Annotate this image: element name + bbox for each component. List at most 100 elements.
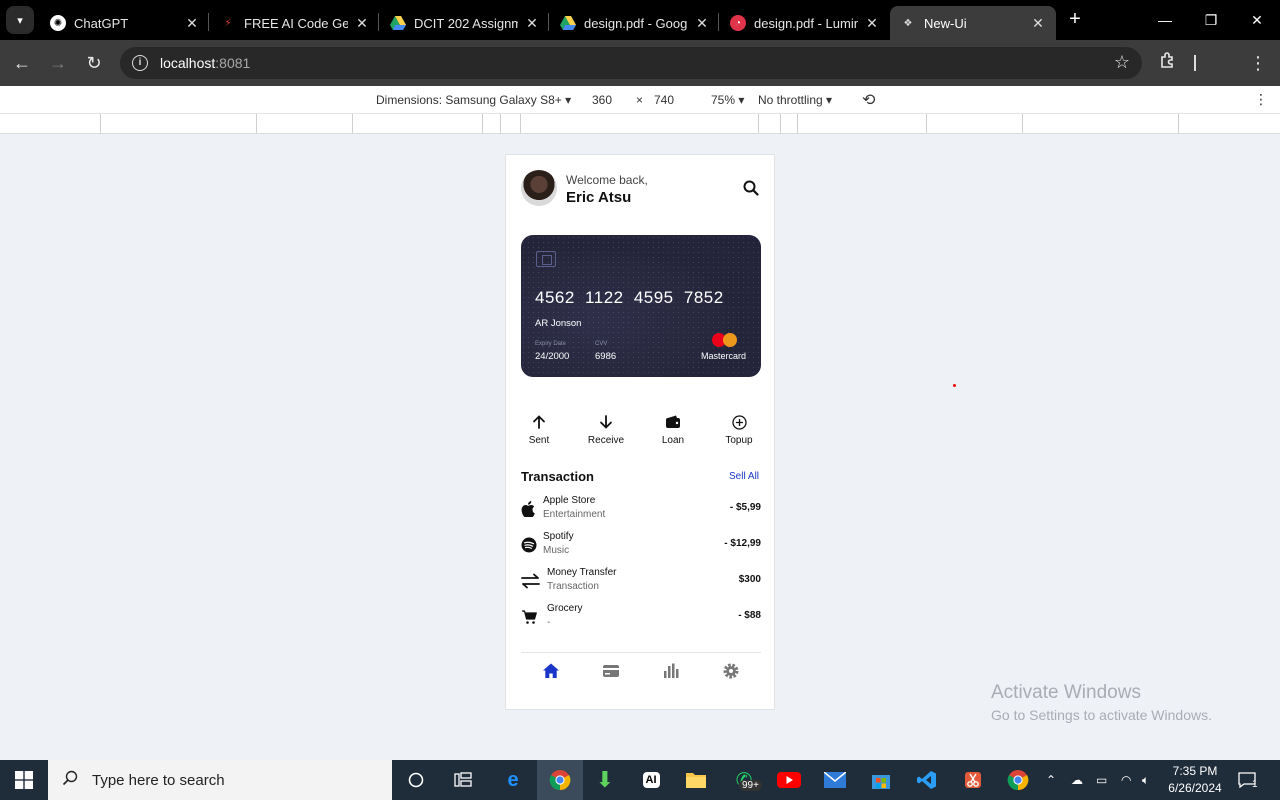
- new-tab-button[interactable]: +: [1064, 8, 1086, 30]
- volume-icon[interactable]: 🔈︎: [1142, 760, 1149, 800]
- height-field[interactable]: 740: [654, 93, 674, 107]
- activate-windows-subtitle: Go to Settings to activate Windows.: [991, 707, 1212, 723]
- close-icon[interactable]: ✕: [1030, 15, 1046, 32]
- cvv-label: CVV: [595, 341, 608, 347]
- device-select[interactable]: Dimensions: Samsung Galaxy S8+ ▾: [376, 93, 571, 107]
- store-icon[interactable]: [867, 766, 895, 794]
- download-manager-icon[interactable]: ⬇: [591, 766, 619, 794]
- throttling-select[interactable]: No throttling ▾: [758, 93, 832, 107]
- tab-drive-assignment[interactable]: DCIT 202 Assignm ✕: [380, 6, 550, 40]
- ai-app-icon[interactable]: AI: [637, 766, 665, 794]
- chrome-alt-icon[interactable]: [1004, 766, 1032, 794]
- minimize-button[interactable]: —: [1142, 0, 1188, 40]
- profile-divider: [1194, 55, 1196, 71]
- width-field[interactable]: 360: [592, 93, 612, 107]
- chart-icon[interactable]: [662, 662, 680, 680]
- windows-start-icon[interactable]: [0, 760, 48, 800]
- transaction-amount: - $88: [738, 610, 761, 621]
- browser-toolbar: ← → ↻ i localhost:8081 ☆ ⋮: [0, 40, 1280, 86]
- tab-design-lumin[interactable]: ◔ design.pdf - Lumin ✕: [720, 6, 890, 40]
- zoom-select[interactable]: 75% ▾: [711, 93, 744, 107]
- card-icon[interactable]: [602, 662, 620, 680]
- address-bar[interactable]: i localhost:8081 ☆: [120, 47, 1142, 79]
- tab-new-ui[interactable]: ❖ New-Ui ✕: [890, 6, 1056, 40]
- transaction-row[interactable]: Apple Store Entertainment - $5,99: [521, 495, 761, 525]
- transaction-name: Money Transfer: [547, 567, 617, 578]
- file-explorer-icon[interactable]: [682, 766, 710, 794]
- wifi-icon[interactable]: ◠: [1121, 760, 1131, 800]
- credit-card[interactable]: 4562 1122 4595 7852 AR Jonson Expiry Dat…: [521, 235, 761, 377]
- search-placeholder: Type here to search: [92, 771, 225, 789]
- task-view-icon[interactable]: [449, 766, 477, 794]
- cortana-icon[interactable]: [402, 766, 430, 794]
- avatar[interactable]: [521, 170, 557, 206]
- media-query-ruler: [0, 114, 1280, 134]
- youtube-icon[interactable]: [775, 766, 803, 794]
- forward-button[interactable]: →: [46, 51, 70, 75]
- tab-chatgpt[interactable]: ✺ ChatGPT ✕: [40, 6, 210, 40]
- show-hidden-icons[interactable]: ⌃: [1046, 760, 1056, 800]
- action-label: Sent: [528, 435, 550, 446]
- settings-icon[interactable]: [722, 662, 740, 680]
- url-port: :8081: [215, 55, 251, 71]
- whatsapp-icon[interactable]: ✆ 99+: [730, 766, 762, 794]
- onedrive-icon[interactable]: ☁: [1071, 760, 1083, 800]
- transaction-row[interactable]: Money Transfer Transaction $300: [521, 567, 761, 597]
- home-icon[interactable]: [542, 662, 560, 680]
- close-icon[interactable]: ✕: [184, 15, 200, 32]
- bottom-nav-divider: [521, 652, 761, 653]
- whatsapp-badge: 99+: [739, 780, 762, 791]
- restore-button[interactable]: ❐: [1188, 0, 1234, 40]
- more-options-icon[interactable]: ⋮: [1254, 91, 1268, 108]
- times-sign: ×: [636, 93, 644, 107]
- back-button[interactable]: ←: [10, 51, 34, 75]
- mail-icon[interactable]: [821, 766, 849, 794]
- transaction-category: -: [547, 617, 551, 628]
- sent-button[interactable]: Sent: [514, 413, 564, 446]
- transaction-amount: - $5,99: [729, 502, 761, 513]
- snipping-tool-icon[interactable]: [959, 766, 987, 794]
- url-host: localhost: [160, 55, 216, 71]
- close-icon[interactable]: ✕: [694, 15, 710, 32]
- rotate-icon[interactable]: ⟲: [862, 90, 875, 110]
- clock-date: 6/26/2024: [1168, 781, 1222, 795]
- tab-ai-code[interactable]: ⚡ FREE AI Code Gene ✕: [210, 6, 380, 40]
- transaction-row[interactable]: Spotify Music - $12,99: [521, 531, 761, 561]
- mastercard-logo-orange: [723, 333, 737, 347]
- card-number: 4562 1122 4595 7852: [535, 288, 724, 307]
- tab-title: New-Ui: [924, 15, 967, 31]
- topup-button[interactable]: Topup: [714, 413, 764, 446]
- edge-icon[interactable]: e: [499, 766, 527, 794]
- close-icon[interactable]: ✕: [864, 15, 880, 32]
- close-icon[interactable]: ✕: [354, 15, 370, 32]
- greeting: Welcome back,: [566, 173, 648, 187]
- reload-button[interactable]: ↻: [82, 51, 106, 75]
- search-icon[interactable]: [743, 180, 759, 196]
- browser-menu-button[interactable]: ⋮: [1246, 51, 1270, 75]
- cart-icon: [521, 609, 537, 625]
- arrow-down-icon: [581, 413, 631, 431]
- taskbar-search-box[interactable]: Type here to search: [48, 760, 392, 800]
- extensions-icon[interactable]: [1156, 51, 1180, 75]
- notification-center-icon[interactable]: 1: [1238, 760, 1258, 800]
- see-all-link[interactable]: Sell All: [729, 471, 759, 482]
- expiry-value: 24/2000: [535, 351, 570, 362]
- battery-icon[interactable]: ▭: [1096, 760, 1107, 800]
- receive-button[interactable]: Receive: [581, 413, 631, 446]
- loan-button[interactable]: Loan: [648, 413, 698, 446]
- tab-search-button[interactable]: ▾: [6, 6, 34, 34]
- vscode-icon[interactable]: [913, 766, 941, 794]
- taskbar-clock[interactable]: 7:35 PM 6/26/2024: [1160, 763, 1230, 797]
- transfer-icon: [521, 573, 540, 589]
- tab-title: ChatGPT: [74, 15, 129, 31]
- window-close-button[interactable]: ✕: [1234, 0, 1280, 40]
- clock-time: 7:35 PM: [1172, 764, 1218, 778]
- tab-title: FREE AI Code Gene: [244, 15, 348, 31]
- activate-windows-title: Activate Windows: [991, 682, 1141, 703]
- tab-design-drive[interactable]: design.pdf - Googl ✕: [550, 6, 720, 40]
- chrome-icon[interactable]: [546, 766, 574, 794]
- bookmark-star-icon[interactable]: ☆: [1114, 52, 1130, 73]
- site-info-icon[interactable]: i: [132, 55, 148, 71]
- close-icon[interactable]: ✕: [524, 15, 540, 32]
- transaction-row[interactable]: Grocery - - $88: [521, 603, 761, 633]
